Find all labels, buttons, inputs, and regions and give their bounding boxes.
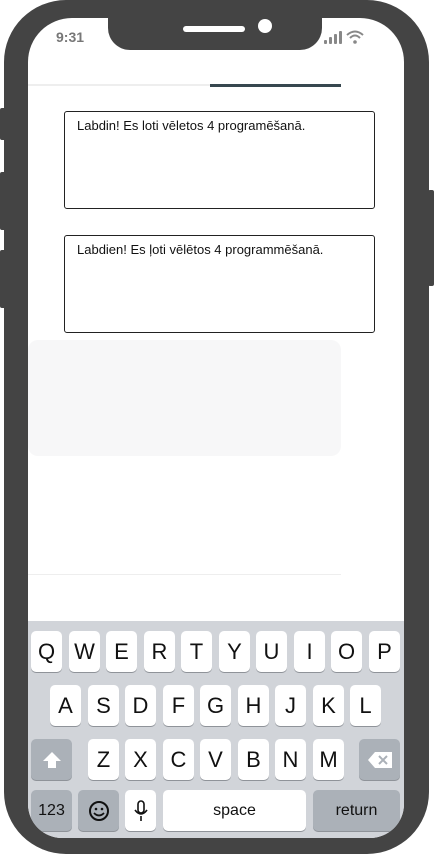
camera — [258, 19, 272, 33]
text-field-corrected-value: Labdien! Es ļoti vēlētos 4 programmēšanā… — [77, 242, 324, 257]
side-button-volume-down — [0, 250, 6, 308]
side-button-volume-up — [0, 172, 6, 230]
key-f[interactable]: F — [163, 685, 194, 726]
key-i[interactable]: I — [294, 631, 325, 672]
microphone-icon — [133, 799, 148, 821]
key-r[interactable]: R — [144, 631, 175, 672]
key-e[interactable]: E — [106, 631, 137, 672]
backspace-icon — [367, 751, 392, 768]
key-g[interactable]: G — [200, 685, 231, 726]
key-z[interactable]: Z — [88, 739, 119, 780]
text-field-original-value: Labdin! Es loti vēletos 4 programēšanā. — [77, 118, 306, 133]
mic-key[interactable] — [125, 790, 156, 831]
key-t[interactable]: T — [181, 631, 212, 672]
status-icons — [324, 30, 364, 44]
divider — [28, 574, 341, 575]
signal-icon — [324, 31, 342, 44]
key-q[interactable]: Q — [31, 631, 62, 672]
numbers-key[interactable]: 123 — [31, 790, 72, 831]
key-d[interactable]: D — [125, 685, 156, 726]
side-button-mute — [0, 108, 6, 140]
backspace-key[interactable] — [359, 739, 400, 780]
key-v[interactable]: V — [200, 739, 231, 780]
key-w[interactable]: W — [69, 631, 100, 672]
key-m[interactable]: M — [313, 739, 344, 780]
key-j[interactable]: J — [275, 685, 306, 726]
return-key[interactable]: return — [313, 790, 400, 831]
shift-key[interactable] — [31, 739, 72, 780]
key-k[interactable]: K — [313, 685, 344, 726]
screen: 9:31 Labdin! Es loti vēletos 4 programēš… — [28, 18, 404, 838]
status-time: 9:31 — [56, 29, 85, 45]
emoji-key[interactable] — [78, 790, 119, 831]
keyboard: Q W E R T Y U I O P A S D F G H J K L Z … — [28, 621, 404, 838]
key-n[interactable]: N — [275, 739, 306, 780]
emoji-icon — [88, 800, 109, 821]
key-b[interactable]: B — [238, 739, 269, 780]
key-l[interactable]: L — [350, 685, 381, 726]
shift-icon — [42, 751, 61, 768]
key-u[interactable]: U — [256, 631, 287, 672]
space-key[interactable]: space — [163, 790, 306, 831]
speaker — [183, 26, 245, 32]
notch — [108, 18, 322, 50]
key-y[interactable]: Y — [219, 631, 250, 672]
side-button-power — [428, 190, 434, 286]
wifi-icon — [346, 30, 364, 44]
key-h[interactable]: H — [238, 685, 269, 726]
key-c[interactable]: C — [163, 739, 194, 780]
text-field-original[interactable]: Labdin! Es loti vēletos 4 programēšanā. — [64, 111, 375, 209]
key-s[interactable]: S — [88, 685, 119, 726]
key-p[interactable]: P — [369, 631, 400, 672]
key-o[interactable]: O — [331, 631, 362, 672]
key-a[interactable]: A — [50, 685, 81, 726]
tab-active-indicator[interactable] — [210, 84, 341, 87]
content-card — [28, 340, 341, 456]
text-field-corrected[interactable]: Labdien! Es ļoti vēlētos 4 programmēšanā… — [64, 235, 375, 333]
key-x[interactable]: X — [125, 739, 156, 780]
